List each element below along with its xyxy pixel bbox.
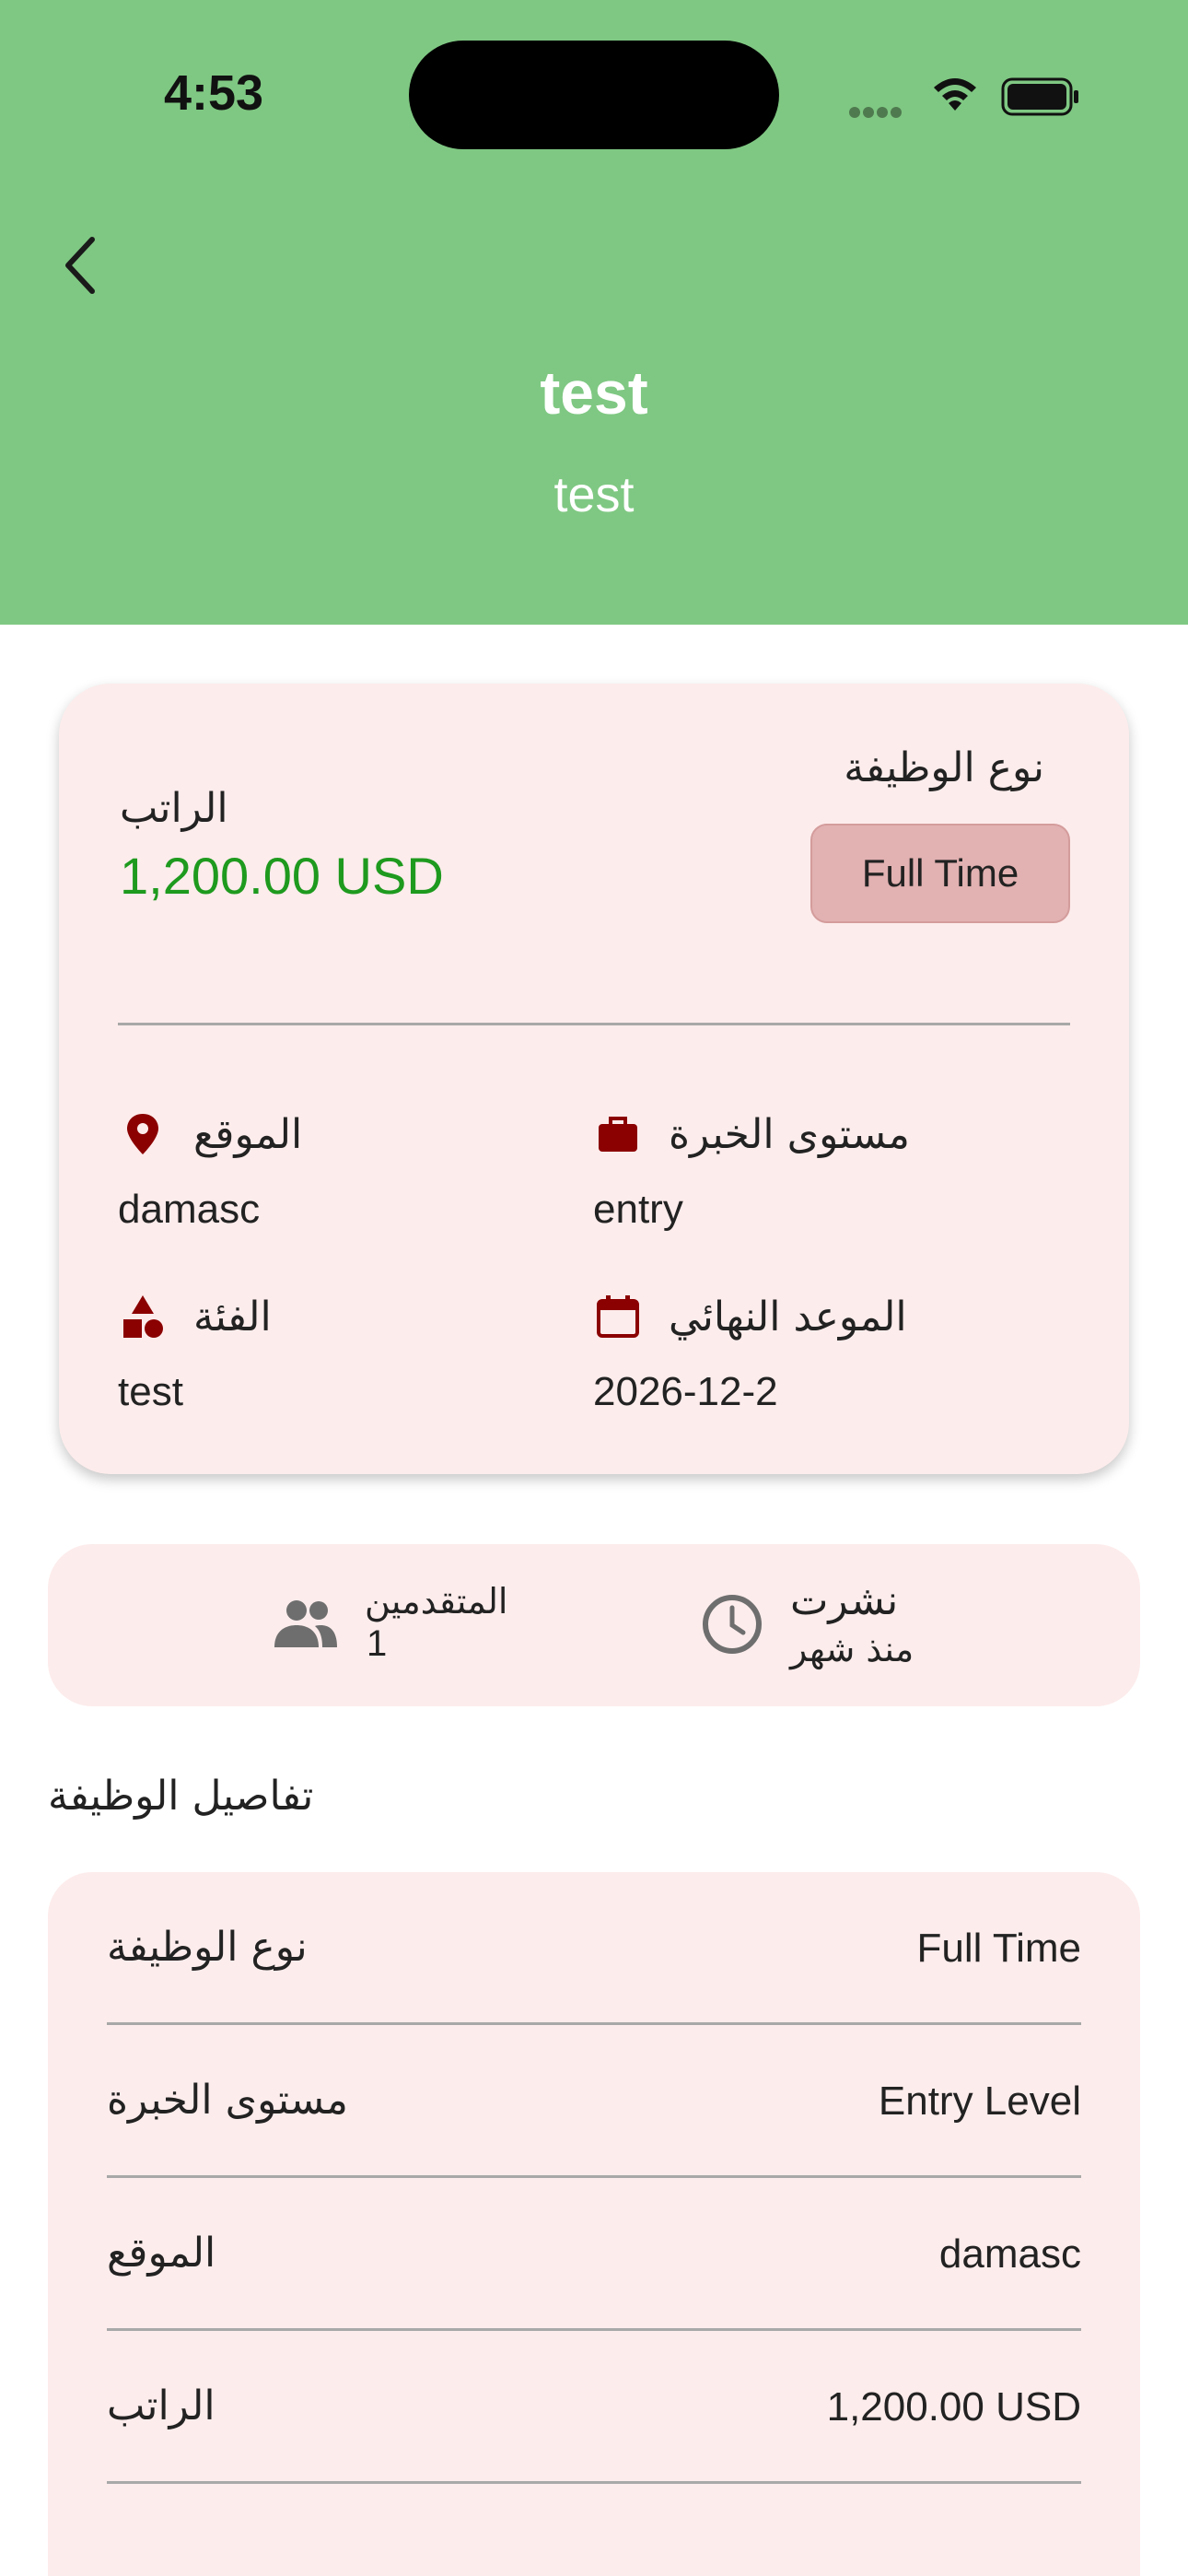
detail-row-location: الموقع damasc (107, 2178, 1081, 2331)
applicants-label: المتقدمين (365, 1581, 508, 1622)
category-value: test (118, 1369, 183, 1414)
deadline-value: 2026-12-2 (593, 1369, 778, 1414)
salary-value: 1,200.00 USD (120, 847, 444, 905)
details-heading: تفاصيل الوظيفة (48, 1773, 314, 1820)
experience-value: entry (593, 1187, 683, 1232)
job-overview-card: نوع الوظيفة Full Time الراتب 1,200.00 US… (59, 684, 1129, 1474)
location-value: damasc (118, 1187, 261, 1232)
job-stats-bar: المتقدمين 1 نشرت منذ شهر (48, 1544, 1140, 1706)
detail-value: Full Time (916, 1926, 1081, 1971)
battery-icon (1001, 77, 1078, 116)
location-pin-icon (127, 1114, 158, 1154)
job-type-label: نوع الوظيفة (844, 744, 1044, 791)
detail-label: مستوى الخبرة (107, 2077, 348, 2124)
page-subtitle: test (553, 467, 635, 522)
experience-label: مستوى الخبرة (669, 1111, 910, 1158)
detail-label: الراتب (107, 2383, 215, 2430)
back-button[interactable] (52, 221, 111, 310)
detail-row-job-type: نوع الوظيفة Full Time (107, 1872, 1081, 2025)
status-bar-icons (849, 74, 1087, 120)
status-bar-time: 4:53 (164, 65, 264, 121)
job-details-card: نوع الوظيفة Full Time مستوى الخبرة Entry… (48, 1872, 1140, 2576)
detail-value: 1,200.00 USD (826, 2384, 1081, 2430)
salary-label: الراتب (120, 785, 228, 832)
clock-icon (703, 1595, 762, 1654)
detail-value: damasc (938, 2231, 1081, 2277)
card-divider (118, 1023, 1070, 1025)
briefcase-icon (599, 1117, 637, 1152)
app-header: 4:53 test test (0, 0, 1188, 625)
job-type-badge: Full Time (810, 824, 1070, 923)
detail-row-experience: مستوى الخبرة Entry Level (107, 2025, 1081, 2178)
detail-label: الموقع (107, 2230, 216, 2277)
wifi-icon (934, 78, 976, 111)
page-title: test (540, 358, 648, 427)
published-label: نشرت (790, 1577, 899, 1624)
deadline-label: الموعد النهائي (669, 1294, 907, 1341)
people-icon (274, 1600, 337, 1647)
location-label: الموقع (193, 1111, 303, 1158)
applicants-count: 1 (367, 1623, 388, 1664)
category-label: الفئة (193, 1294, 272, 1341)
shapes-icon (123, 1295, 163, 1338)
detail-label: نوع الوظيفة (107, 1924, 308, 1971)
published-time: منذ شهر (790, 1629, 914, 1669)
cellular-signal-icon (849, 104, 904, 122)
detail-value: Entry Level (878, 2078, 1081, 2124)
calendar-icon (597, 1295, 639, 1338)
dynamic-island (409, 41, 779, 149)
detail-row-salary: الراتب 1,200.00 USD (107, 2331, 1081, 2484)
chevron-left-icon (65, 237, 95, 294)
